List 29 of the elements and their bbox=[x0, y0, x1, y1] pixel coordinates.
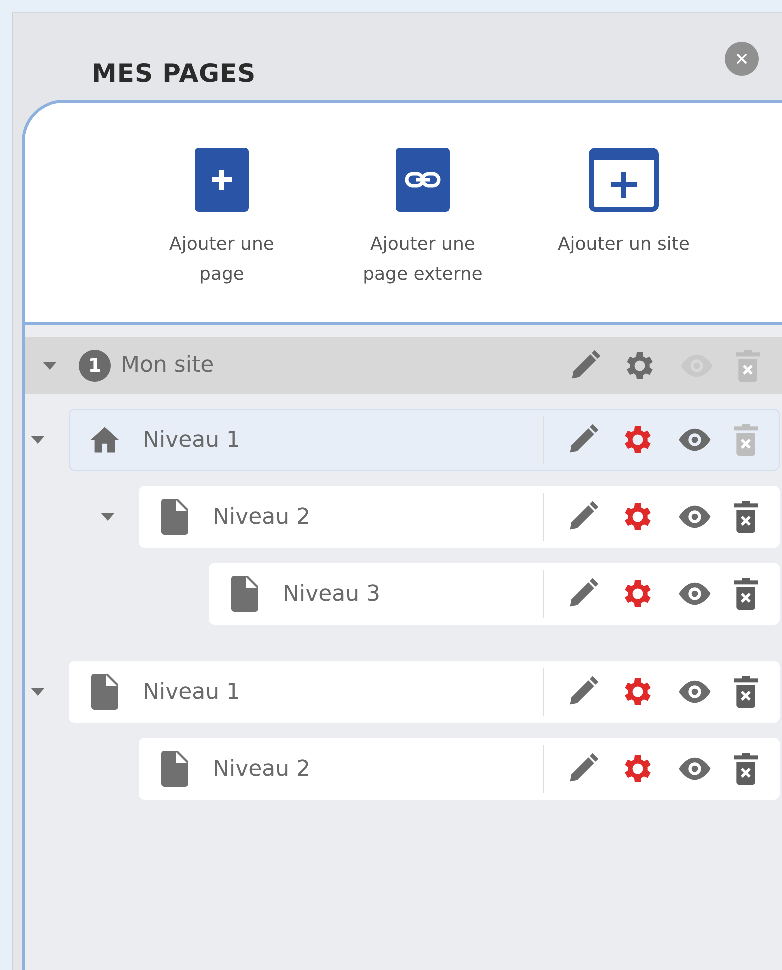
page-row[interactable]: Niveau 1 bbox=[69, 661, 780, 723]
trash-icon[interactable] bbox=[734, 501, 758, 533]
page-name: Niveau 3 bbox=[283, 582, 382, 606]
add-page-icon bbox=[195, 148, 249, 212]
page-name: Niveau 1 bbox=[143, 680, 242, 704]
trash-icon[interactable] bbox=[734, 753, 758, 785]
add-action-button[interactable]: Ajouter une page bbox=[127, 148, 317, 290]
add-window-icon bbox=[589, 148, 659, 212]
caret-icon[interactable] bbox=[31, 688, 45, 696]
close-button[interactable] bbox=[725, 42, 759, 76]
page-name: Niveau 1 bbox=[143, 428, 242, 452]
add-action-button[interactable]: Ajouter une page externe bbox=[329, 148, 517, 290]
close-icon bbox=[734, 51, 750, 67]
link-icon bbox=[396, 148, 450, 212]
page-row[interactable]: Niveau 3 bbox=[209, 563, 780, 625]
caret-icon[interactable] bbox=[31, 436, 45, 444]
site-row[interactable]: 1 Mon site bbox=[25, 337, 782, 394]
page-name: Niveau 2 bbox=[213, 756, 312, 782]
trash-icon[interactable] bbox=[734, 676, 758, 708]
caret-icon[interactable] bbox=[101, 513, 115, 521]
site-name: Mon site bbox=[121, 353, 216, 378]
panel-title: MES PAGES bbox=[92, 59, 256, 88]
page-name: Niveau 2 bbox=[213, 504, 312, 530]
trash-icon[interactable] bbox=[734, 578, 758, 610]
add-action-button[interactable]: Ajouter un site bbox=[529, 148, 719, 260]
page-row[interactable]: Niveau 2 bbox=[139, 486, 780, 548]
page-row[interactable]: Niveau 1 bbox=[69, 409, 780, 471]
page-row[interactable]: Niveau 2 bbox=[139, 738, 780, 800]
site-number-badge: 1 bbox=[79, 350, 111, 382]
